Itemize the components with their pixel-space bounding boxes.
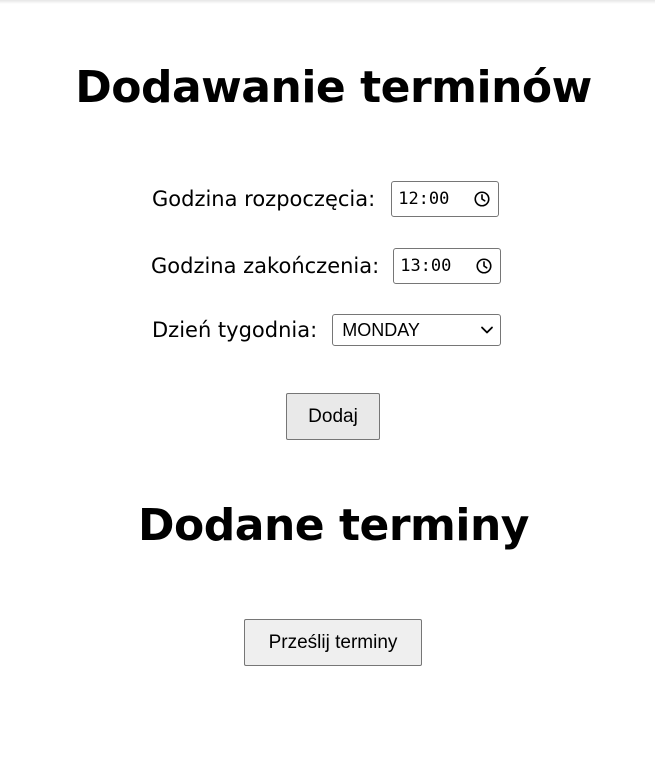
day-label: Dzień tygodnia: [152,318,318,342]
start-time-value: 12:00 [398,189,450,209]
add-button[interactable]: Dodaj [286,393,380,440]
day-select[interactable]: MONDAY [332,314,502,346]
end-time-input[interactable]: 13:00 [393,248,502,284]
chevron-down-icon [481,326,494,334]
start-time-row: Godzina rozpoczęcia: 12:00 [152,181,500,217]
end-time-row: Godzina zakończenia: 13:00 [151,248,502,284]
day-select-value: MONDAY [342,319,420,340]
page-title-added: Dodane terminy [138,500,529,551]
clock-icon[interactable] [473,190,491,208]
end-time-value: 13:00 [400,256,452,276]
start-time-input[interactable]: 12:00 [391,181,500,217]
page: Dodawanie terminów Godzina rozpoczęcia: … [0,0,655,757]
end-time-label: Godzina zakończenia: [151,254,380,278]
clock-icon[interactable] [475,257,493,275]
send-terms-button[interactable]: Prześlij terminy [244,619,422,666]
day-row: Dzień tygodnia: MONDAY [152,314,502,346]
start-time-label: Godzina rozpoczęcia: [152,187,376,211]
page-title-add: Dodawanie terminów [75,62,592,113]
